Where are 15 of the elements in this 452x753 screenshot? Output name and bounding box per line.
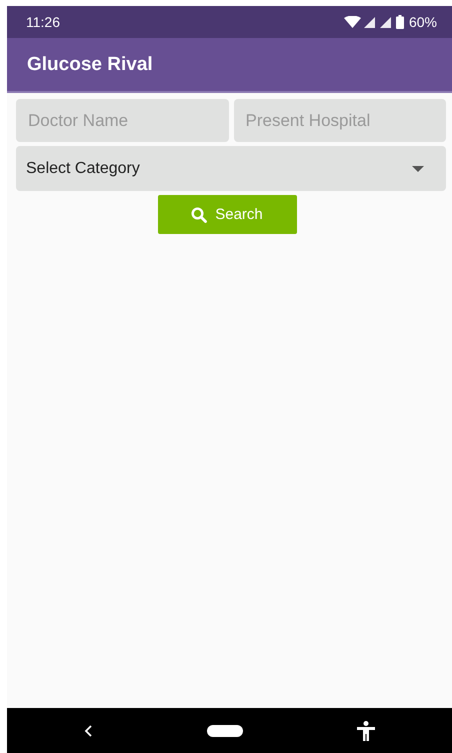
clock-time: 11:26 (26, 14, 60, 30)
back-icon[interactable] (84, 724, 94, 736)
hospital-field[interactable]: Present Hospital (234, 99, 446, 142)
battery-icon (396, 15, 404, 29)
signal-icon (364, 16, 377, 28)
doctor-name-field[interactable]: Doctor Name (16, 99, 228, 142)
app-title: Glucose Rival (27, 54, 153, 76)
home-pill-icon[interactable] (207, 724, 244, 736)
category-dropdown[interactable]: Select Category (16, 146, 446, 191)
accessibility-icon[interactable] (357, 720, 376, 740)
signal-icon (380, 16, 393, 28)
dropdown-arrow-icon (412, 166, 424, 172)
wifi-icon (344, 16, 361, 28)
battery-level: 60% (408, 14, 437, 30)
search-icon (191, 206, 208, 222)
